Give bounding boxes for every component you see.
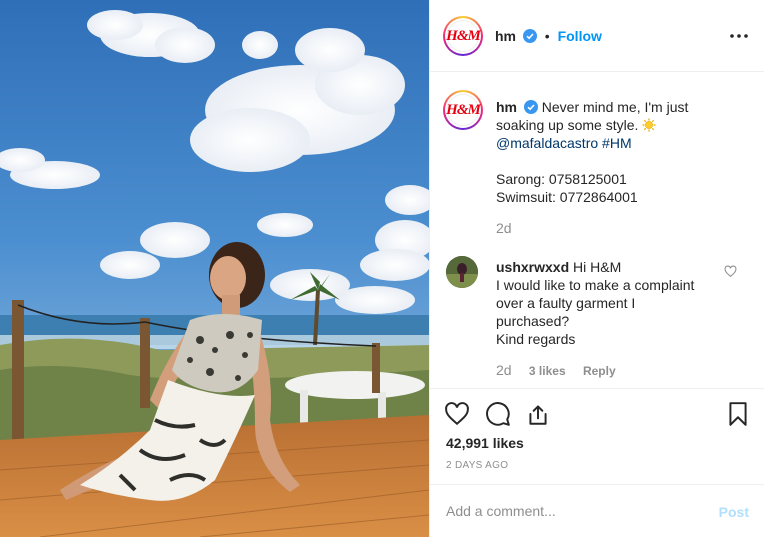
add-comment-bar: Post [430, 484, 764, 537]
more-options-icon[interactable] [729, 26, 749, 46]
comment-icon[interactable] [485, 401, 511, 427]
comments-area[interactable]: H&M hm Never mind me, I'm just soaking u… [430, 72, 764, 388]
post-date[interactable]: 2 DAYS AGO [446, 460, 508, 471]
header-username[interactable]: hm [495, 28, 516, 44]
verified-badge-icon [522, 29, 537, 43]
hm-logo: H&M [446, 20, 481, 52]
caption-time[interactable]: 2d [496, 220, 512, 236]
commenter-username[interactable]: ushxrwxxd [496, 259, 569, 275]
avatar-ring: H&M [445, 18, 481, 54]
caption-line-1: hm Never mind me, I'm just [496, 98, 736, 116]
comment-time[interactable]: 2d [496, 362, 512, 378]
comment-input[interactable] [446, 503, 696, 519]
verified-badge-icon [523, 100, 538, 114]
swimsuit-code: Swimsuit: 0772864001 [496, 189, 638, 205]
comment-body-1: Hi H&M [573, 259, 622, 275]
heart-icon[interactable] [444, 401, 470, 427]
comment-likes[interactable]: 3 likes [529, 364, 566, 378]
post-photo[interactable] [0, 0, 429, 537]
post-actions: 42,991 likes 2 DAYS AGO [430, 388, 764, 478]
bookmark-icon[interactable] [725, 401, 751, 427]
comment-body-4: purchased? [496, 313, 570, 329]
caption-body-2: soaking up some style. [496, 117, 639, 133]
reply-button[interactable]: Reply [583, 364, 616, 378]
caption-username[interactable]: hm [496, 99, 517, 115]
caption-blank [496, 152, 736, 170]
follow-button[interactable]: Follow [558, 28, 602, 44]
hashtag-link[interactable]: #HM [602, 135, 632, 151]
comment-body-2: I would like to make a complaint [496, 277, 695, 293]
likes-count[interactable]: 42,991 likes [446, 435, 524, 451]
hm-logo: H&M [446, 94, 481, 126]
sarong-code: Sarong: 0758125001 [496, 171, 627, 187]
profile-avatar[interactable]: H&M [443, 16, 483, 56]
mention-link[interactable]: @mafaldacastro [496, 135, 598, 151]
caption-line-3: @mafaldacastro #HM [496, 134, 736, 152]
sun-emoji-icon [642, 118, 656, 132]
avatar-ring: H&M [445, 92, 481, 128]
commenter-avatar[interactable] [446, 256, 478, 288]
header-name-row: hm • Follow [495, 28, 602, 44]
caption-body: Never mind me, I'm just [541, 99, 689, 115]
post-panel: H&M hm • Follow H&M hm Never mind me, I'… [429, 0, 764, 537]
comment-like-heart-icon[interactable] [724, 265, 737, 278]
caption-line-2: soaking up some style. [496, 116, 736, 134]
comment-body-3: over a faulty garment I [496, 295, 636, 311]
comment-body-5: Kind regards [496, 331, 576, 347]
commenter-photo [446, 256, 478, 288]
header-separator: • [544, 28, 550, 44]
caption-avatar[interactable]: H&M [443, 90, 483, 130]
more-horizontal-icon [730, 34, 748, 38]
comment-text: ushxrwxxd Hi H&M I would like to make a … [496, 258, 716, 348]
post-header: H&M hm • Follow [430, 0, 764, 72]
comment-meta: 2d 3 likes Reply [496, 362, 630, 378]
post-photo-image [0, 0, 429, 537]
post-button[interactable]: Post [719, 504, 749, 520]
caption-text: hm Never mind me, I'm just soaking up so… [496, 98, 736, 206]
comment-line-1: ushxrwxxd Hi H&M [496, 258, 716, 276]
share-icon[interactable] [525, 401, 551, 427]
